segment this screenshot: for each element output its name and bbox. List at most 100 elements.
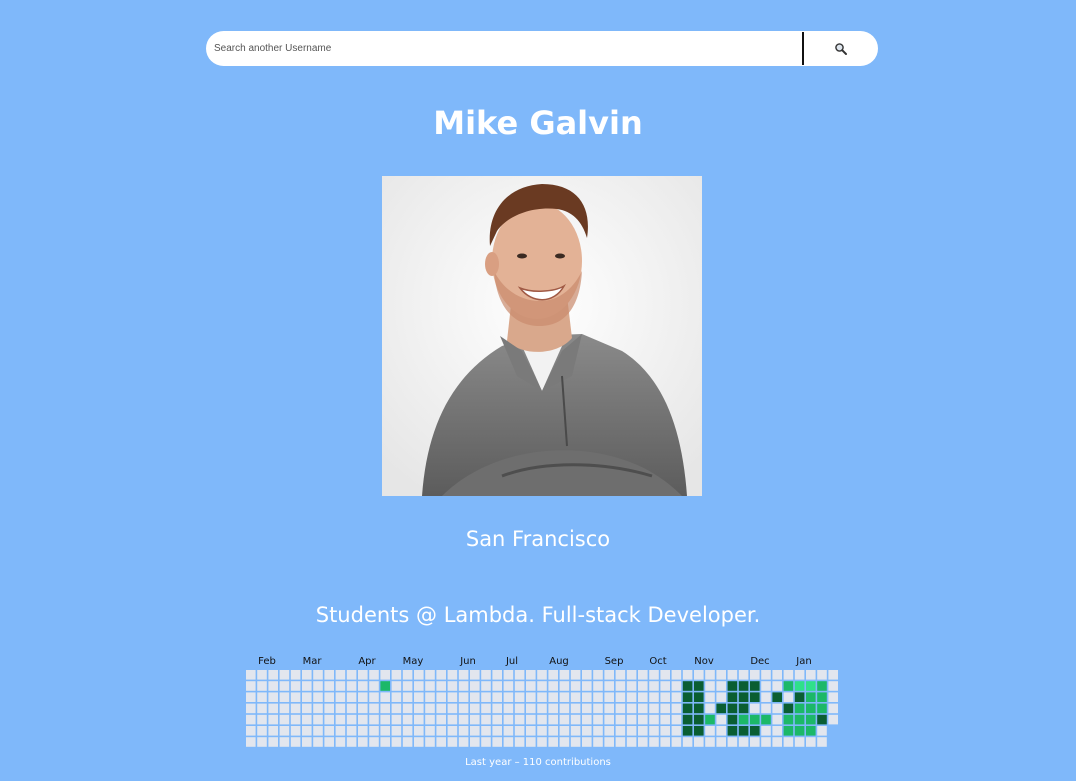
contribution-day[interactable]	[694, 703, 704, 714]
contribution-day[interactable]	[492, 703, 502, 714]
contribution-day[interactable]	[604, 714, 614, 725]
contribution-day[interactable]	[817, 692, 827, 702]
contribution-day[interactable]	[682, 681, 693, 691]
contribution-day[interactable]	[671, 670, 682, 680]
contribution-day[interactable]	[302, 726, 312, 736]
contribution-day[interactable]	[649, 737, 659, 747]
contribution-day[interactable]	[626, 726, 637, 736]
contribution-day[interactable]	[358, 714, 368, 725]
contribution-day[interactable]	[324, 681, 334, 691]
contribution-day[interactable]	[750, 714, 760, 725]
contribution-day[interactable]	[246, 670, 256, 680]
contribution-day[interactable]	[660, 703, 670, 714]
contribution-day[interactable]	[481, 681, 491, 691]
contribution-day[interactable]	[582, 714, 592, 725]
contribution-day[interactable]	[503, 703, 514, 714]
contribution-day[interactable]	[358, 670, 368, 680]
search-input[interactable]	[206, 31, 802, 66]
contribution-day[interactable]	[458, 737, 469, 747]
contribution-day[interactable]	[705, 692, 715, 702]
contribution-day[interactable]	[738, 737, 749, 747]
contribution-day[interactable]	[761, 681, 771, 691]
contribution-day[interactable]	[660, 670, 670, 680]
contribution-day[interactable]	[380, 692, 390, 702]
contribution-day[interactable]	[593, 703, 603, 714]
contribution-day[interactable]	[783, 714, 794, 725]
contribution-day[interactable]	[257, 703, 267, 714]
contribution-day[interactable]	[649, 726, 659, 736]
contribution-day[interactable]	[481, 726, 491, 736]
contribution-day[interactable]	[436, 737, 446, 747]
contribution-day[interactable]	[682, 692, 693, 702]
contribution-day[interactable]	[402, 681, 413, 691]
contribution-day[interactable]	[638, 737, 648, 747]
contribution-day[interactable]	[604, 726, 614, 736]
contribution-day[interactable]	[514, 703, 525, 714]
contribution-day[interactable]	[335, 714, 346, 725]
contribution-day[interactable]	[626, 681, 637, 691]
contribution-day[interactable]	[414, 726, 424, 736]
contribution-day[interactable]	[604, 692, 614, 702]
contribution-day[interactable]	[548, 692, 558, 702]
contribution-day[interactable]	[582, 670, 592, 680]
contribution-day[interactable]	[369, 714, 379, 725]
contribution-day[interactable]	[492, 670, 502, 680]
contribution-day[interactable]	[772, 703, 782, 714]
contribution-day[interactable]	[649, 714, 659, 725]
contribution-day[interactable]	[694, 737, 704, 747]
contribution-day[interactable]	[694, 670, 704, 680]
contribution-day[interactable]	[358, 692, 368, 702]
contribution-day[interactable]	[727, 714, 738, 725]
contribution-day[interactable]	[447, 703, 458, 714]
contribution-day[interactable]	[290, 737, 301, 747]
contribution-day[interactable]	[738, 703, 749, 714]
contribution-day[interactable]	[526, 692, 536, 702]
contribution-day[interactable]	[705, 737, 715, 747]
contribution-day[interactable]	[761, 714, 771, 725]
contribution-day[interactable]	[380, 703, 390, 714]
contribution-day[interactable]	[425, 714, 435, 725]
contribution-day[interactable]	[794, 692, 805, 702]
contribution-day[interactable]	[380, 737, 390, 747]
contribution-day[interactable]	[705, 703, 715, 714]
contribution-day[interactable]	[302, 692, 312, 702]
contribution-day[interactable]	[458, 703, 469, 714]
contribution-day[interactable]	[425, 692, 435, 702]
contribution-day[interactable]	[402, 714, 413, 725]
contribution-day[interactable]	[268, 670, 278, 680]
contribution-day[interactable]	[335, 703, 346, 714]
contribution-day[interactable]	[615, 703, 626, 714]
contribution-day[interactable]	[324, 670, 334, 680]
contribution-day[interactable]	[414, 681, 424, 691]
contribution-day[interactable]	[279, 692, 290, 702]
contribution-day[interactable]	[514, 692, 525, 702]
contribution-day[interactable]	[671, 703, 682, 714]
contribution-day[interactable]	[783, 726, 794, 736]
contribution-day[interactable]	[402, 670, 413, 680]
contribution-day[interactable]	[649, 703, 659, 714]
contribution-day[interactable]	[638, 714, 648, 725]
contribution-day[interactable]	[559, 726, 570, 736]
contribution-day[interactable]	[570, 670, 581, 680]
contribution-day[interactable]	[425, 670, 435, 680]
contribution-day[interactable]	[313, 726, 323, 736]
contribution-day[interactable]	[537, 670, 547, 680]
contribution-day[interactable]	[570, 726, 581, 736]
contribution-day[interactable]	[425, 737, 435, 747]
contribution-day[interactable]	[716, 681, 726, 691]
contribution-day[interactable]	[649, 692, 659, 702]
contribution-day[interactable]	[447, 681, 458, 691]
contribution-day[interactable]	[716, 670, 726, 680]
contribution-day[interactable]	[470, 670, 480, 680]
contribution-day[interactable]	[705, 726, 715, 736]
contribution-day[interactable]	[290, 714, 301, 725]
contribution-day[interactable]	[828, 692, 838, 702]
contribution-day[interactable]	[313, 737, 323, 747]
contribution-day[interactable]	[380, 714, 390, 725]
contribution-day[interactable]	[324, 726, 334, 736]
contribution-day[interactable]	[716, 714, 726, 725]
contribution-day[interactable]	[514, 737, 525, 747]
contribution-day[interactable]	[817, 726, 827, 736]
contribution-day[interactable]	[503, 737, 514, 747]
contribution-day[interactable]	[716, 726, 726, 736]
